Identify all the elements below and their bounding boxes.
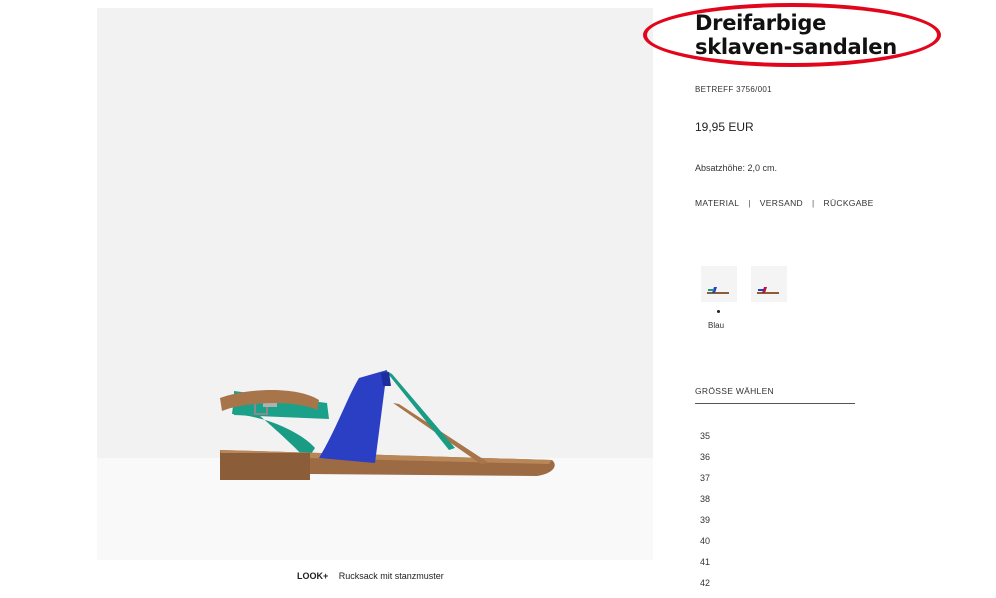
sandal-illustration	[220, 370, 555, 480]
size-option[interactable]: 35	[700, 426, 710, 447]
size-list: 35 36 37 38 39 40 41 42	[700, 426, 710, 594]
info-links: MATERIAL | VERSAND | RÜCKGABE	[695, 198, 874, 208]
size-heading: GRÖSSE WÄHLEN	[695, 386, 855, 404]
size-option[interactable]: 41	[700, 552, 710, 573]
sandal-thumbnail-icon	[707, 287, 729, 294]
heel-height: Absatzhöhe: 2,0 cm.	[695, 163, 778, 173]
look-item-link[interactable]: Rucksack mit stanzmuster	[339, 571, 444, 581]
product-price: 19,95 EUR	[695, 120, 754, 134]
sandal-thumbnail-icon	[757, 287, 779, 294]
size-option[interactable]: 36	[700, 447, 710, 468]
material-link[interactable]: MATERIAL	[695, 198, 739, 208]
highlight-circle	[643, 3, 941, 67]
link-separator: |	[748, 198, 751, 208]
link-separator: |	[812, 198, 815, 208]
product-image[interactable]	[97, 8, 653, 560]
size-option[interactable]: 40	[700, 531, 710, 552]
look-label[interactable]: LOOK+	[297, 571, 328, 581]
size-option[interactable]: 37	[700, 468, 710, 489]
selected-color-indicator	[717, 310, 720, 313]
selected-color-label: Blau	[708, 321, 725, 330]
size-option[interactable]: 38	[700, 489, 710, 510]
color-swatch-blue[interactable]	[701, 266, 737, 302]
size-option[interactable]: 42	[700, 573, 710, 594]
color-swatch-red[interactable]	[751, 266, 787, 302]
returns-link[interactable]: RÜCKGABE	[824, 198, 874, 208]
product-reference: BETREFF 3756/001	[695, 85, 772, 94]
shipping-link[interactable]: VERSAND	[760, 198, 803, 208]
look-line: LOOK+ Rucksack mit stanzmuster	[297, 571, 444, 581]
size-option[interactable]: 39	[700, 510, 710, 531]
